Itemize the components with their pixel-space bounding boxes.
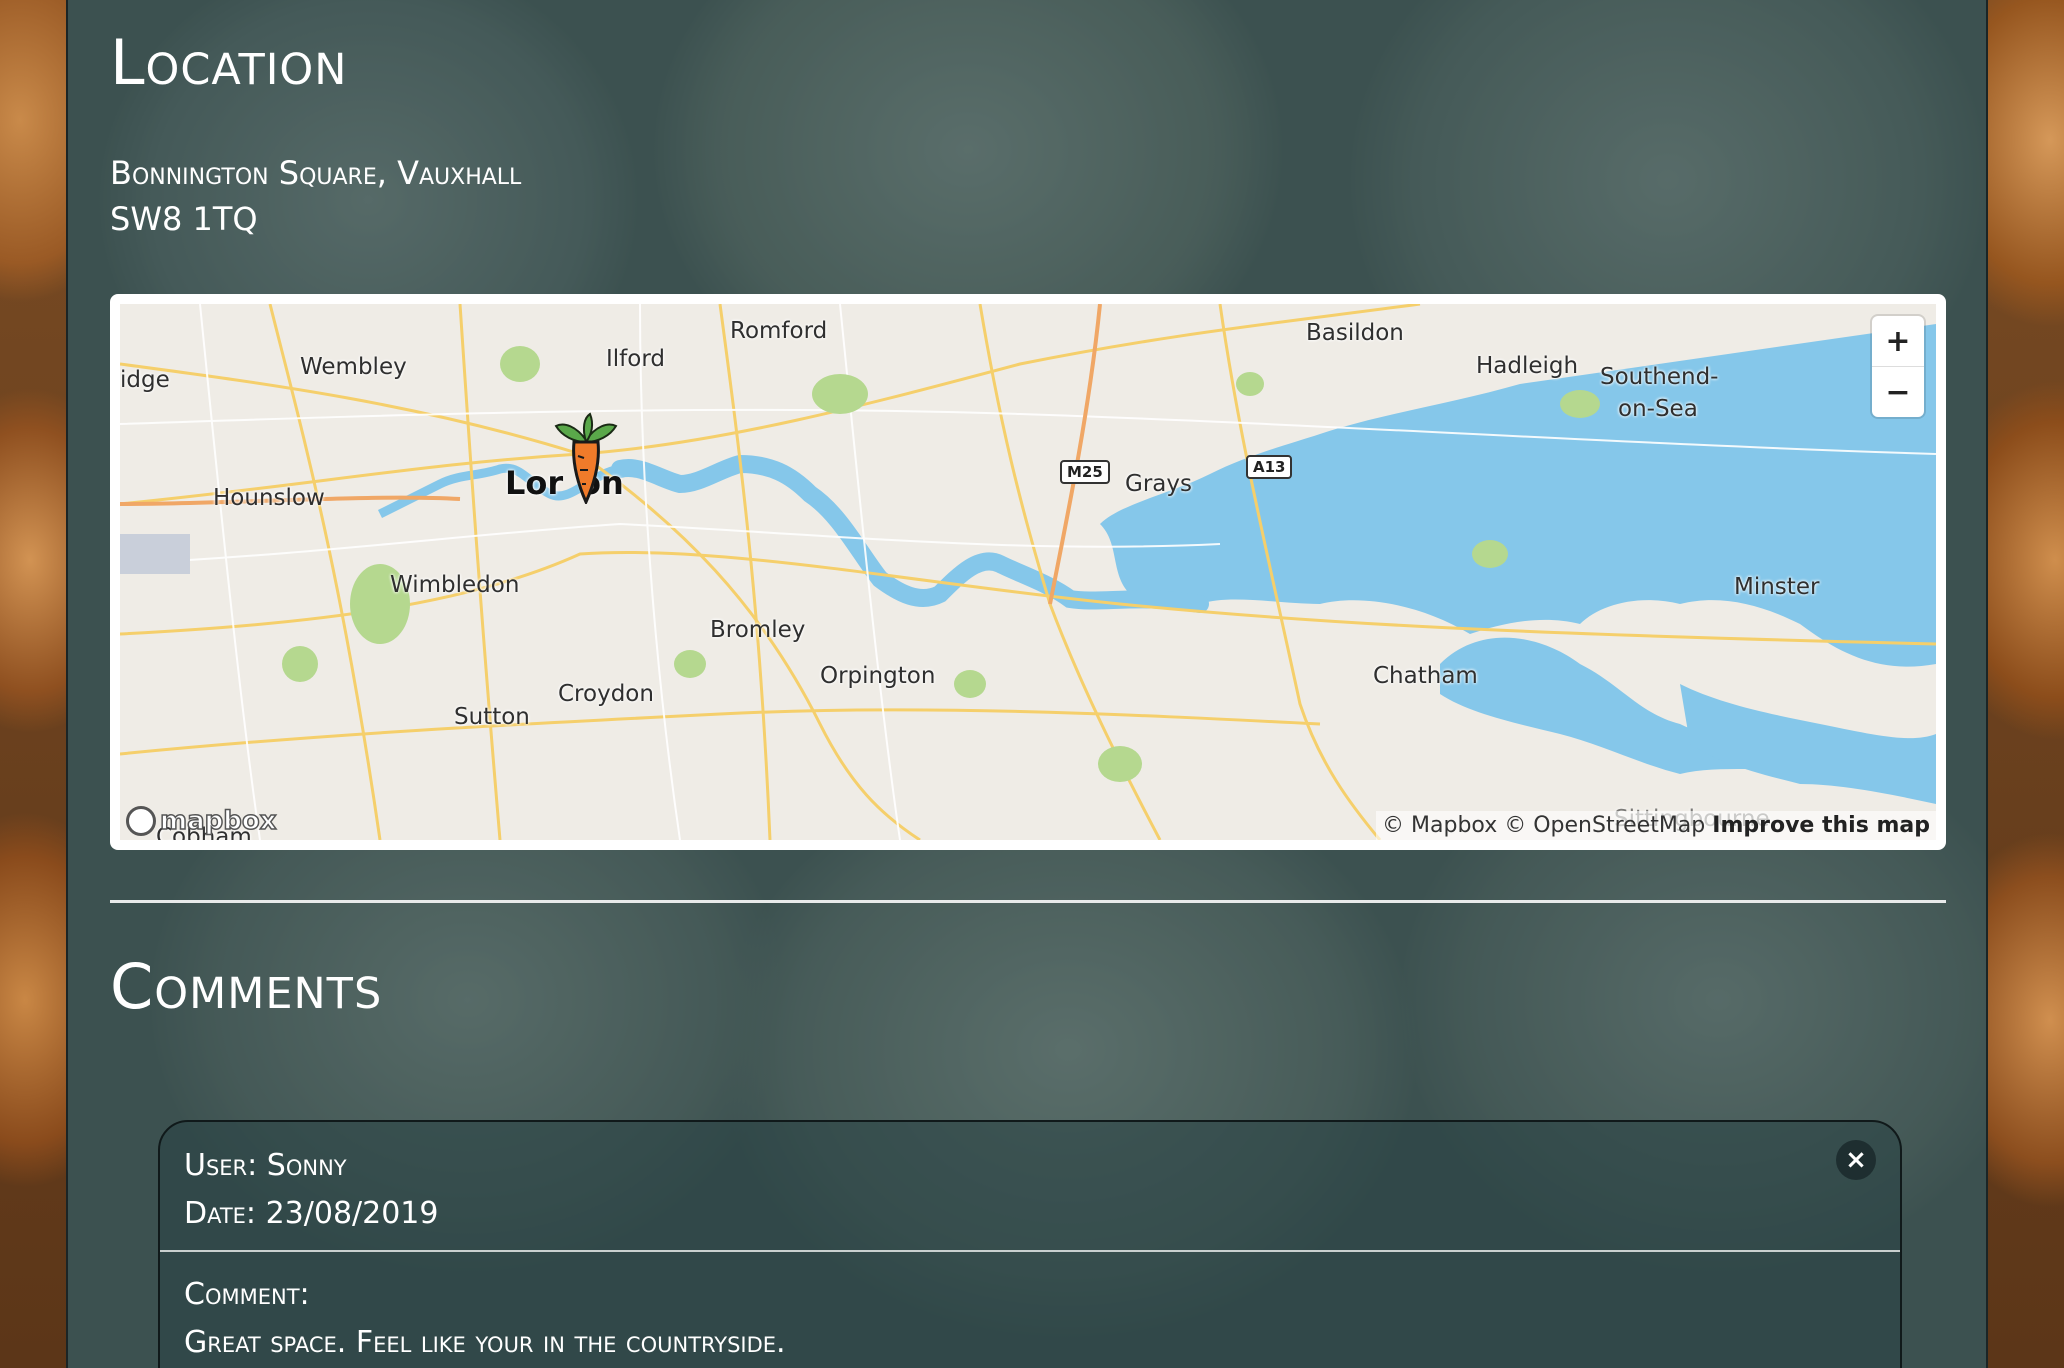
section-divider <box>110 900 1946 903</box>
carrot-marker-icon[interactable] <box>550 412 622 504</box>
comment-card: User: Sonny Date: 23/08/2019 × Comment: … <box>158 1120 1902 1368</box>
improve-map-link[interactable]: Improve this map <box>1712 813 1930 838</box>
place-southend: Southend- <box>1600 364 1719 390</box>
comment-user: User: Sonny <box>184 1148 347 1183</box>
place-grays: Grays <box>1125 471 1192 497</box>
place-romford: Romford <box>730 318 828 344</box>
place-hadleigh: Hadleigh <box>1476 353 1579 379</box>
place-wimbledon: Wimbledon <box>390 572 520 598</box>
comment-text: Great space. Feel like your in the count… <box>184 1325 786 1360</box>
place-orpington: Orpington <box>820 663 936 689</box>
mapbox-logo-text: mapbox <box>159 805 277 837</box>
location-heading: Location <box>110 26 348 99</box>
zoom-in-button[interactable]: + <box>1872 316 1924 366</box>
place-minster: Minster <box>1734 574 1820 600</box>
place-croydon: Croydon <box>558 681 654 707</box>
mapbox-logo-icon <box>126 806 156 836</box>
address-line2: SW8 1TQ <box>110 200 258 238</box>
zoom-out-button[interactable]: − <box>1872 366 1924 417</box>
map-canvas[interactable]: Romford Basildon Ilford Wembley Hadleigh… <box>120 304 1936 840</box>
place-southend-2: on-Sea <box>1618 396 1698 422</box>
place-ilford: Ilford <box>606 346 665 372</box>
map-attribution: © Mapbox © OpenStreetMap Improve this ma… <box>1376 811 1936 840</box>
road-shield-a13: A13 <box>1246 455 1293 479</box>
mapbox-logo[interactable]: mapbox <box>126 805 277 837</box>
comments-heading: Comments <box>110 950 383 1023</box>
place-chatham: Chatham <box>1373 663 1478 689</box>
road-shield-m25: M25 <box>1060 460 1110 484</box>
place-basildon: Basildon <box>1306 320 1404 346</box>
comment-date: Date: 23/08/2019 <box>184 1196 439 1231</box>
comment-label: Comment: <box>184 1277 310 1312</box>
place-sutton: Sutton <box>454 704 530 730</box>
delete-comment-button[interactable]: × <box>1836 1140 1876 1180</box>
place-wembley: Wembley <box>300 354 407 380</box>
attribution-text[interactable]: © Mapbox © OpenStreetMap <box>1382 813 1705 838</box>
main-panel: Location Bonnington Square, Vauxhall SW8… <box>66 0 1988 1368</box>
place-uxbridge: idge <box>120 367 170 393</box>
comment-card-divider <box>160 1250 1900 1252</box>
place-bromley: Bromley <box>710 617 806 643</box>
address-line1: Bonnington Square, Vauxhall <box>110 154 522 192</box>
zoom-controls: + − <box>1872 316 1924 417</box>
map-container[interactable]: Romford Basildon Ilford Wembley Hadleigh… <box>110 294 1946 850</box>
place-hounslow: Hounslow <box>213 485 325 511</box>
